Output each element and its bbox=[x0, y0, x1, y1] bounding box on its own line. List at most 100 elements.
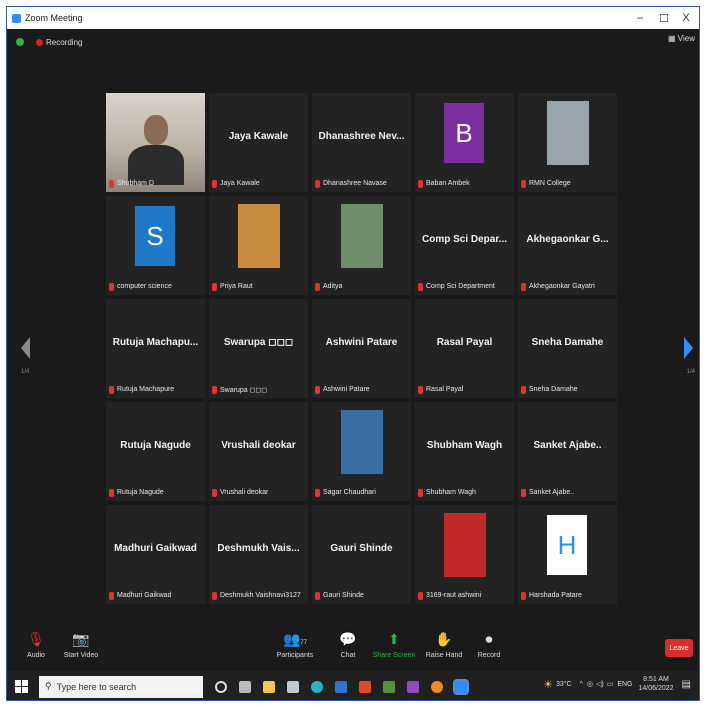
participant-label-text: Jaya Kawale bbox=[220, 180, 260, 187]
weather-temp[interactable]: 33°C bbox=[556, 681, 572, 688]
zoom-app-icon bbox=[12, 13, 21, 23]
task-view-icon[interactable] bbox=[239, 680, 251, 693]
participant-label-text: Vrushali deokar bbox=[220, 489, 269, 496]
notifications-icon[interactable]: ▤ bbox=[682, 679, 691, 690]
participant-tile[interactable]: Deshmukh Vais... Deshmukh Vaishnavi3127 bbox=[209, 505, 308, 604]
windows-taskbar: ⚲ Type here to search ☀ 33°C ^ ◎ ◁) ▭ EN… bbox=[7, 671, 699, 700]
share-screen-button[interactable]: ⬆ Share Screen bbox=[369, 631, 419, 659]
volume-icon[interactable]: ◁) bbox=[596, 680, 604, 688]
participants-button[interactable]: 👥77 Participants bbox=[270, 631, 320, 659]
participant-tile[interactable]: Scomputer science bbox=[106, 196, 205, 295]
mail-icon[interactable] bbox=[335, 680, 347, 693]
participant-tile[interactable]: Rutuja Nagude Rutuja Nagude bbox=[106, 402, 205, 501]
file-explorer-icon[interactable] bbox=[263, 680, 275, 693]
leave-button[interactable]: Leave bbox=[665, 639, 693, 657]
participant-tile[interactable]: Aditya bbox=[312, 196, 411, 295]
participant-tile[interactable]: Jaya Kawale Jaya Kawale bbox=[209, 93, 308, 192]
participant-name-label: Akhegaonkar Gayatri bbox=[521, 281, 595, 292]
muted-mic-icon bbox=[521, 282, 526, 291]
participant-tile[interactable]: Shubham D bbox=[106, 93, 205, 192]
raise-hand-label: Raise Hand bbox=[425, 652, 463, 659]
participant-label-text: Akhegaonkar Gayatri bbox=[529, 283, 595, 290]
search-icon: ⚲ bbox=[45, 681, 52, 691]
participant-tile[interactable]: Vrushali deokar Vrushali deokar bbox=[209, 402, 308, 501]
participant-tile[interactable]: Rutuja Machapu... Rutuja Machapure bbox=[106, 299, 205, 398]
taskbar-search-box[interactable]: ⚲ Type here to search bbox=[39, 675, 203, 698]
participant-initial-avatar: S bbox=[135, 206, 175, 266]
participant-tile[interactable]: Ashwini Patare Ashwini Patare bbox=[312, 299, 411, 398]
media-player-icon[interactable] bbox=[407, 680, 419, 693]
zoom-taskbar-icon[interactable] bbox=[453, 678, 469, 695]
muted-mic-icon bbox=[521, 488, 526, 497]
title-bar: Zoom Meeting – ☐ X bbox=[7, 7, 699, 29]
participants-count: 77 bbox=[300, 640, 308, 646]
muted-mic-icon bbox=[212, 591, 217, 600]
language-indicator[interactable]: ENG bbox=[617, 681, 632, 688]
next-page-arrow-icon[interactable] bbox=[684, 337, 693, 359]
tray-chevron-icon[interactable]: ^ bbox=[580, 681, 583, 688]
participant-tile[interactable]: Dhanashree Nev... Dhanashree Navase bbox=[312, 93, 411, 192]
participant-display-name: Deshmukh Vais... bbox=[217, 543, 300, 554]
office-icon[interactable] bbox=[359, 680, 371, 693]
participant-tile[interactable]: 3169-raut ashwini bbox=[415, 505, 514, 604]
participant-tile[interactable]: Shubham Wagh Shubham Wagh bbox=[415, 402, 514, 501]
participant-name-label: Rasal Payal bbox=[418, 384, 463, 395]
maximize-button[interactable]: ☐ bbox=[653, 7, 675, 29]
chat-button[interactable]: 💬 Chat bbox=[323, 631, 373, 659]
participant-label-text: Gauri Shinde bbox=[323, 592, 364, 599]
participant-name-label: Comp Sci Department bbox=[418, 281, 495, 292]
participant-name-label: Deshmukh Vaishnavi3127 bbox=[212, 590, 301, 601]
audio-button[interactable]: 🎙 Audio bbox=[11, 631, 61, 659]
close-button[interactable]: X bbox=[675, 7, 697, 29]
battery-icon[interactable]: ▭ bbox=[607, 680, 614, 688]
muted-mic-icon bbox=[212, 179, 217, 188]
muted-mic-icon bbox=[109, 385, 114, 394]
network-icon[interactable]: ◎ bbox=[587, 680, 593, 688]
participant-tile[interactable]: Madhuri Gaikwad Madhuri Gaikwad bbox=[106, 505, 205, 604]
windows-start-icon[interactable] bbox=[15, 679, 29, 694]
participant-tile[interactable]: H Harshada Patare bbox=[518, 505, 617, 604]
participant-tile[interactable]: B Baban Ambek bbox=[415, 93, 514, 192]
participant-display-name: Rutuja Machapu... bbox=[112, 337, 199, 348]
prev-page-arrow-icon[interactable] bbox=[21, 337, 30, 359]
participant-tile[interactable]: Comp Sci Depar... Comp Sci Department bbox=[415, 196, 514, 295]
participant-tile[interactable]: Sanket Ajabe.. Sanket Ajabe.. bbox=[518, 402, 617, 501]
security-shield-icon[interactable] bbox=[16, 38, 24, 46]
record-button[interactable]: ⏺ Record bbox=[464, 631, 514, 659]
participant-display-name: Swarupa ◻◻◻ bbox=[223, 337, 294, 348]
cortana-icon[interactable] bbox=[215, 680, 227, 693]
start-video-label: Start Video bbox=[63, 652, 99, 659]
participant-name-label: Gauri Shinde bbox=[315, 590, 364, 601]
view-button[interactable]: ▦ View bbox=[668, 34, 695, 43]
participant-tile[interactable]: Priya Raut bbox=[209, 196, 308, 295]
start-video-button[interactable]: 📷 Start Video bbox=[56, 631, 106, 659]
participant-avatar-photo bbox=[444, 513, 486, 577]
muted-mic-icon bbox=[418, 488, 423, 497]
firefox-icon[interactable] bbox=[431, 680, 443, 693]
clock[interactable]: 8:51 AM 14/06/2022 bbox=[639, 675, 674, 693]
participant-tile[interactable]: Akhegaonkar G... Akhegaonkar Gayatri bbox=[518, 196, 617, 295]
participant-name-label: Jaya Kawale bbox=[212, 178, 260, 189]
participant-label-text: Baban Ambek bbox=[426, 180, 470, 187]
edge-icon[interactable] bbox=[311, 680, 323, 693]
participant-name-label: Baban Ambek bbox=[418, 178, 470, 189]
meeting-top-bar: Recording ▦ View bbox=[7, 29, 699, 55]
participant-display-name: Akhegaonkar G... bbox=[526, 234, 609, 245]
muted-mic-icon bbox=[418, 385, 423, 394]
participant-tile[interactable]: Rasal Payal Rasal Payal bbox=[415, 299, 514, 398]
raise-hand-button[interactable]: ✋ Raise Hand bbox=[419, 631, 469, 659]
notepad-icon[interactable] bbox=[383, 680, 395, 693]
muted-mic-icon bbox=[315, 385, 320, 394]
participant-tile[interactable]: Sagar Chaudhari bbox=[312, 402, 411, 501]
muted-mic-icon bbox=[212, 282, 217, 291]
participant-tile[interactable]: Swarupa ◻◻◻ Swarupa ◻◻◻ bbox=[209, 299, 308, 398]
minimize-button[interactable]: – bbox=[629, 7, 651, 29]
weather-icon: ☀ bbox=[543, 678, 553, 691]
participant-tile[interactable]: Sneha Damahe Sneha Damahe bbox=[518, 299, 617, 398]
participant-label-text: Shubham Wagh bbox=[426, 489, 476, 496]
recording-label: Recording bbox=[46, 37, 83, 47]
participant-tile[interactable]: Gauri Shinde Gauri Shinde bbox=[312, 505, 411, 604]
store-icon[interactable] bbox=[287, 680, 299, 693]
share-screen-label: Share Screen bbox=[372, 652, 416, 659]
participant-tile[interactable]: RMN College bbox=[518, 93, 617, 192]
